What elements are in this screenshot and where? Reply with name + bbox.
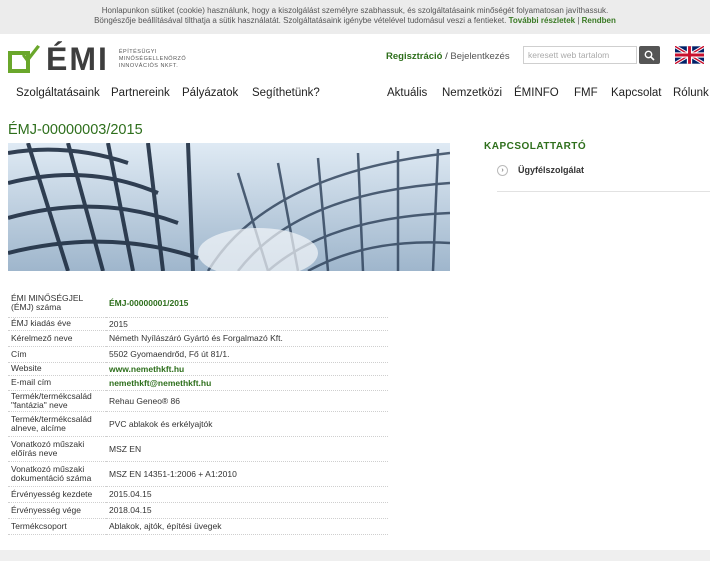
nav-item-szolgaltatasaink[interactable]: Szolgáltatásaink xyxy=(16,87,100,99)
row-value: Rehau Geneo® 86 xyxy=(106,390,388,412)
table-row: Cím 5502 Gyomaendrőd, Fő út 81/1. xyxy=(8,346,388,363)
emj-info-table: ÉMI MINŐSÉGJEL (ÉMJ) száma ÉMJ-00000001/2… xyxy=(8,290,388,535)
row-label: Vonatkozó műszaki előírás neve xyxy=(8,436,106,462)
row-label: Kérelmező neve xyxy=(8,330,106,347)
row-value-link[interactable]: www.nemethkft.hu xyxy=(106,362,388,376)
sidebar-item-label: Ügyfélszolgálat xyxy=(518,165,585,175)
sidebar-item-ugyfelszolgalat[interactable]: › Ügyfélszolgálat xyxy=(497,165,710,192)
nav-item-kapcsolat[interactable]: Kapcsolat xyxy=(611,87,662,99)
cookie-text-line2: Böngészője beállításával tilthatja a süt… xyxy=(94,16,507,25)
table-row: Kérelmező neve Németh Nyílászáró Gyártó é… xyxy=(8,330,388,347)
cookie-text-line1: Honlapunkon sütiket (cookie) használunk,… xyxy=(101,6,609,15)
table-row: ÉMJ kiadás éve 2015 xyxy=(8,317,388,331)
table-row: Vonatkozó műszaki előírás neve MSZ EN xyxy=(8,436,388,462)
table-row: Website www.nemethkft.hu xyxy=(8,362,388,376)
row-label: Vonatkozó műszaki dokumentáció száma xyxy=(8,461,106,487)
table-row: Termékcsoport Ablakok, ajtók, építési üve… xyxy=(8,518,388,535)
logo-sub-line: ÉPÍTÉSÜGYI xyxy=(118,48,157,55)
nav-item-eminfo[interactable]: ÉMINFO xyxy=(514,87,559,99)
bottom-bar xyxy=(0,550,710,561)
row-label: Érvényesség vége xyxy=(8,502,106,519)
row-value: 2015.04.15 xyxy=(106,486,388,503)
row-label: E-mail cím xyxy=(8,375,106,391)
cookie-more-link[interactable]: További részletek xyxy=(509,16,576,25)
row-value: 2015 xyxy=(106,317,388,331)
table-row: Érvényesség kezdete 2015.04.15 xyxy=(8,486,388,503)
row-label: Termékcsoport xyxy=(8,518,106,535)
logo-wordmark: ÉMI xyxy=(46,41,109,77)
search-button[interactable] xyxy=(639,46,660,64)
cookie-ok-link[interactable]: Rendben xyxy=(582,16,616,25)
nav-item-fmf[interactable]: FMF xyxy=(574,87,598,99)
magnifier-icon xyxy=(644,50,655,61)
login-link[interactable]: Bejelentkezés xyxy=(450,51,509,62)
uk-flag-icon[interactable] xyxy=(675,46,704,64)
hero-image xyxy=(8,143,450,271)
logo-subtitle: ÉPÍTÉSÜGYI MINŐSÉGELLENŐRZŐ INNOVÁCIÓS N… xyxy=(119,49,186,70)
row-value: MSZ EN xyxy=(106,436,388,462)
row-label: Termék/termékcsalád "fantázia" neve xyxy=(8,390,106,412)
nav-item-aktualis[interactable]: Aktuális xyxy=(387,87,427,99)
row-value: Ablakok, ajtók, építési üvegek xyxy=(106,518,388,535)
row-label: ÉMJ kiadás éve xyxy=(8,317,106,331)
auth-links: Regisztráció / Bejelentkezés xyxy=(386,51,510,62)
logo-sub-line: MINŐSÉGELLENŐRZŐ xyxy=(118,55,187,62)
row-label: Cím xyxy=(8,346,106,363)
table-row: ÉMI MINŐSÉGJEL (ÉMJ) száma ÉMJ-00000001/2… xyxy=(8,290,388,318)
row-value: 5502 Gyomaendrőd, Fő út 81/1. xyxy=(106,346,388,363)
nav-item-partnereink[interactable]: Partnereink xyxy=(111,87,170,99)
nav-item-palyazatok[interactable]: Pályázatok xyxy=(182,87,238,99)
sidebar-title: KAPCSOLATTARTÓ xyxy=(484,141,587,152)
table-row: Érvényesség vége 2018.04.15 xyxy=(8,502,388,519)
logo-sub-line: INNOVÁCIÓS NKFT. xyxy=(118,62,179,69)
row-label: Termék/termékcsalád alneve, alcíme xyxy=(8,411,106,437)
row-value: Németh Nyílászáró Gyártó és Forgalmazó K… xyxy=(106,330,388,347)
row-value: MSZ EN 14351-1:2006 + A1:2010 xyxy=(106,461,388,487)
nav-item-segithetunk[interactable]: Segíthetünk? xyxy=(252,87,320,99)
nav-item-rolunk[interactable]: Rólunk xyxy=(673,87,709,99)
row-label: Érvényesség kezdete xyxy=(8,486,106,503)
row-value: 2018.04.15 xyxy=(106,502,388,519)
row-label: Website xyxy=(8,362,106,376)
table-row: E-mail cím nemethkft@nemethkft.hu xyxy=(8,375,388,391)
table-row: Termék/termékcsalád alneve, alcíme PVC ab… xyxy=(8,411,388,437)
logo-check-icon xyxy=(8,45,40,73)
page-title: ÉMJ-00000003/2015 xyxy=(8,122,143,138)
emi-logo[interactable]: ÉMI ÉPÍTÉSÜGYI MINŐSÉGELLENŐRZŐ INNOVÁCI… xyxy=(8,41,186,77)
register-link[interactable]: Regisztráció xyxy=(386,51,443,62)
row-value-link[interactable]: nemethkft@nemethkft.hu xyxy=(106,375,388,391)
row-value: PVC ablakok és erkélyajtók xyxy=(106,411,388,437)
table-row: Termék/termékcsalád "fantázia" neve Rehau… xyxy=(8,390,388,412)
row-label: ÉMI MINŐSÉGJEL (ÉMJ) száma xyxy=(8,290,106,318)
cookie-banner: Honlapunkon sütiket (cookie) használunk,… xyxy=(0,0,710,34)
chevron-right-icon: › xyxy=(497,165,508,176)
row-value-link[interactable]: ÉMJ-00000001/2015 xyxy=(106,290,388,318)
search-input[interactable]: keresett web tartalom xyxy=(523,46,637,64)
nav-item-nemzetkozi[interactable]: Nemzetközi xyxy=(442,87,502,99)
table-row: Vonatkozó műszaki dokumentáció száma MSZ … xyxy=(8,461,388,487)
